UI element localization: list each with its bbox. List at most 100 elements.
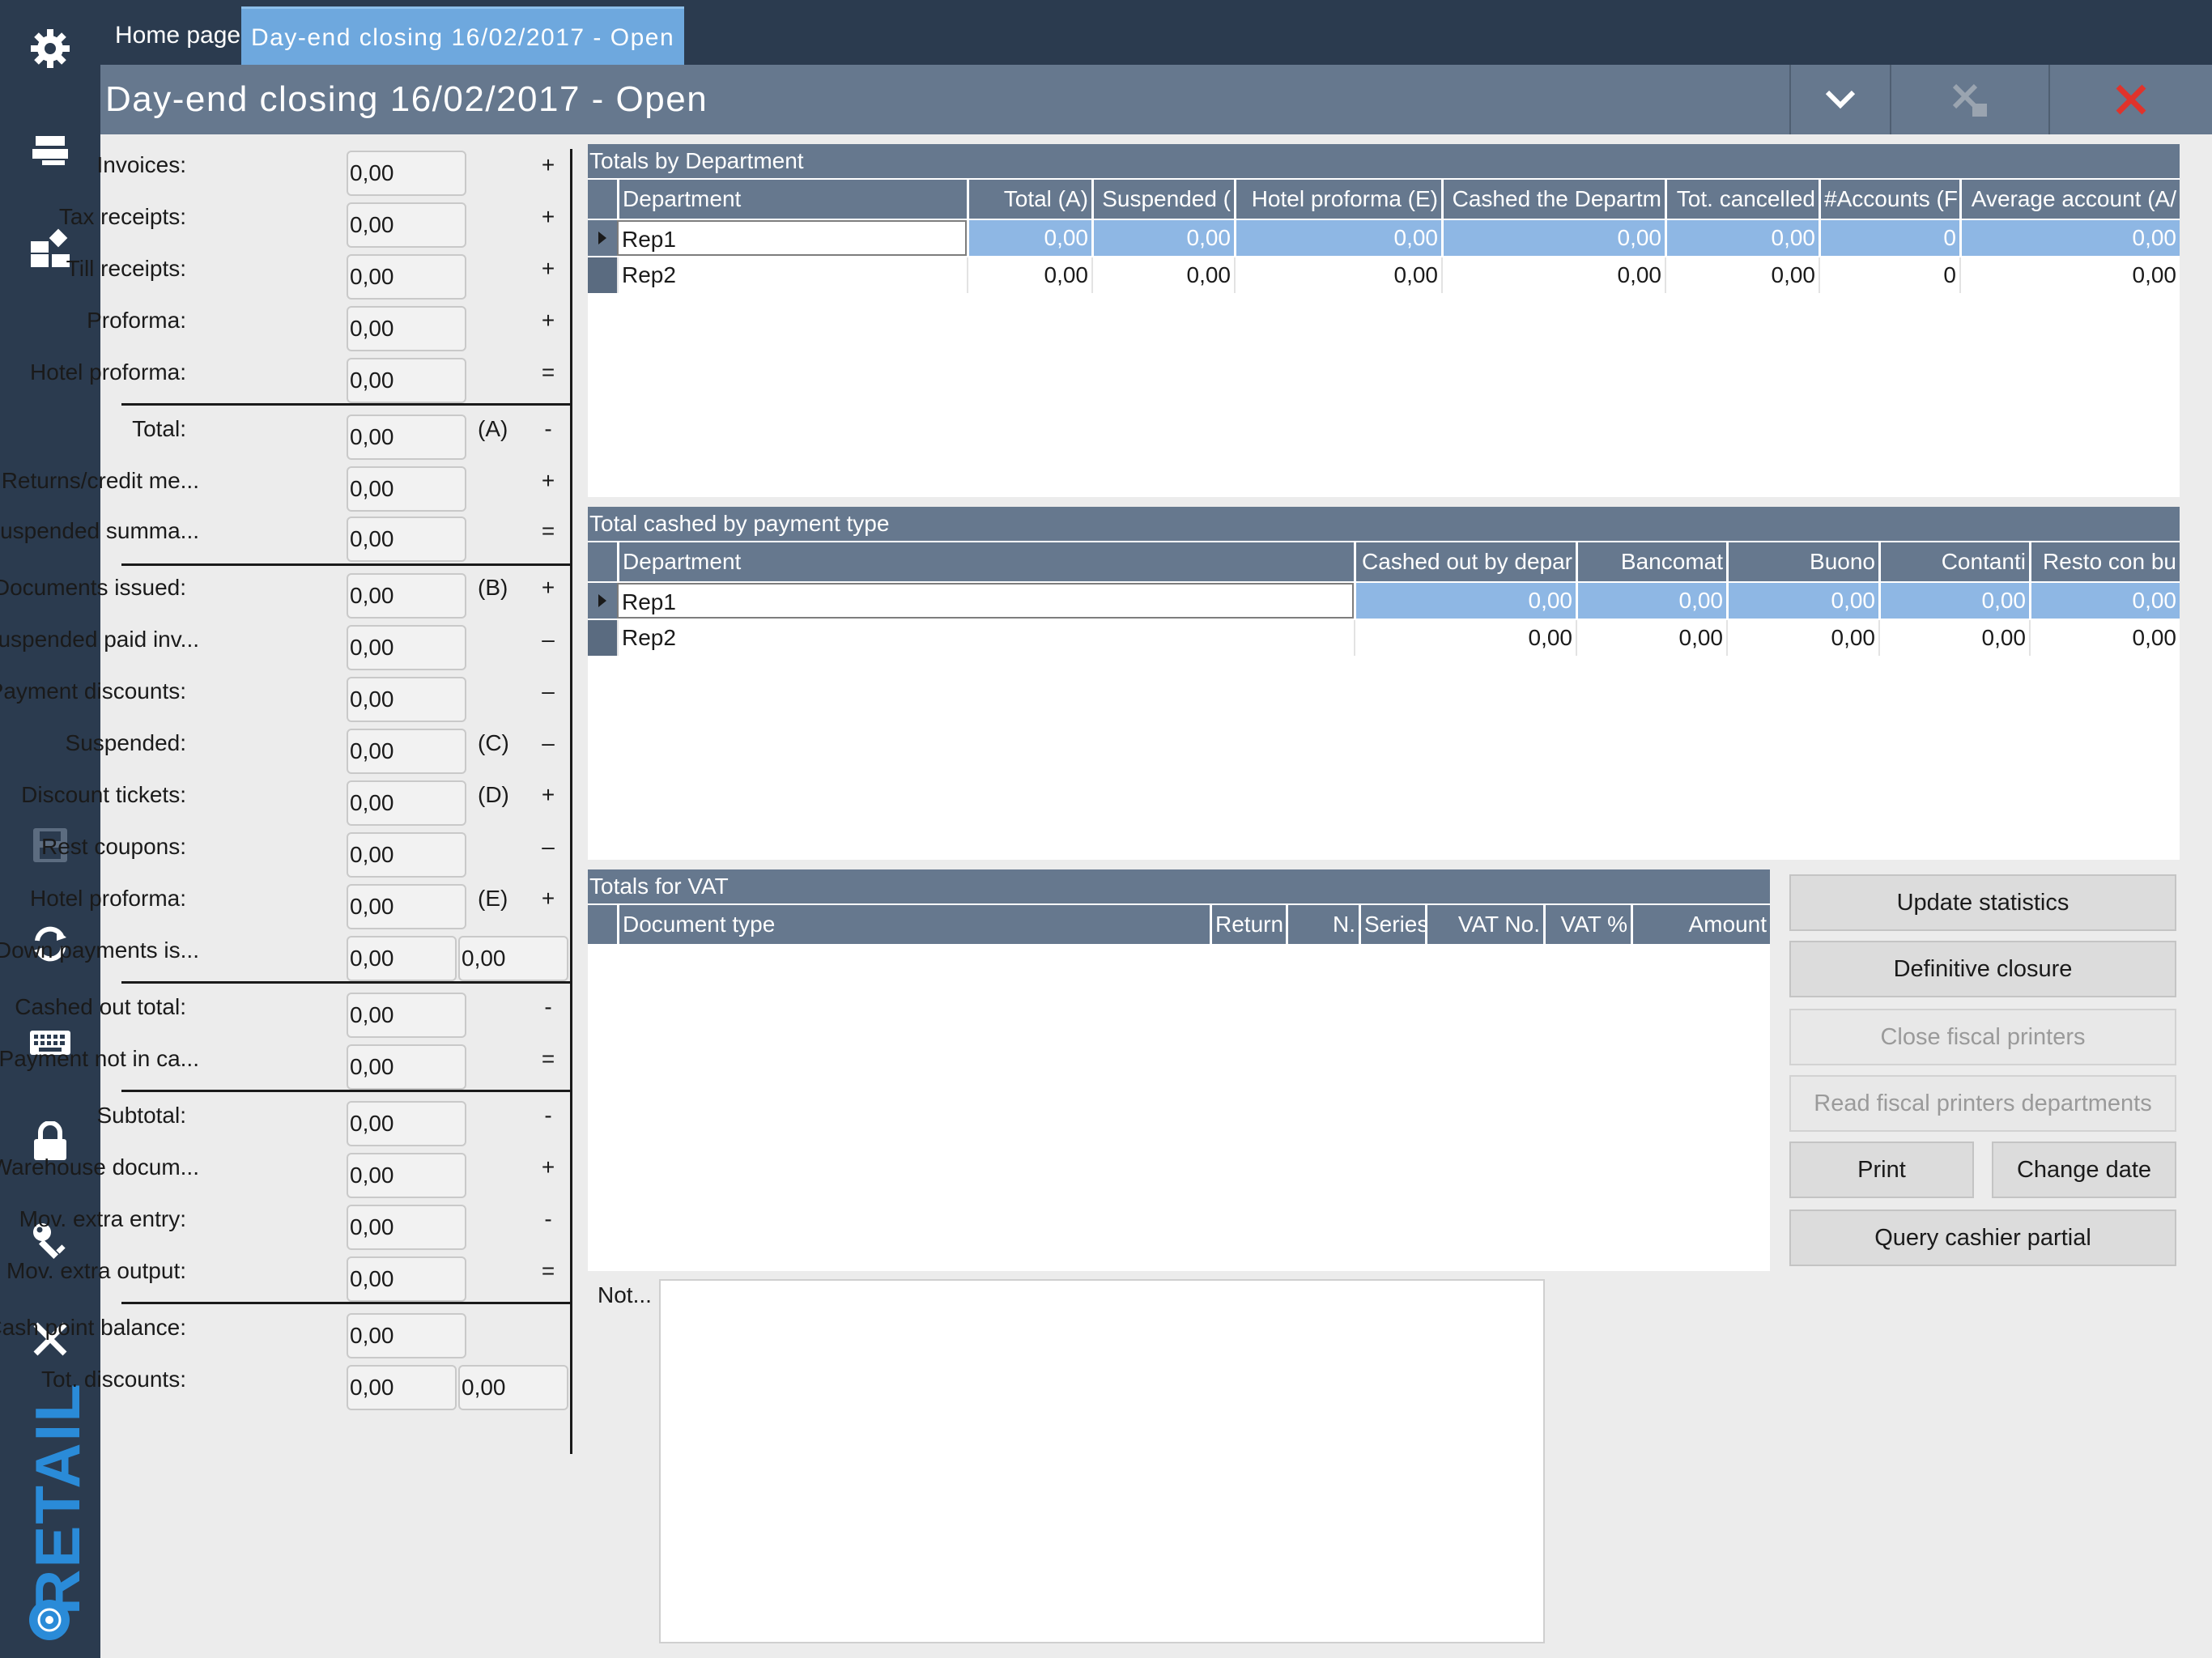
form-value-field[interactable]: 0,00 xyxy=(347,832,466,878)
form-value-field[interactable]: 0,00 xyxy=(347,729,466,774)
form-value-field[interactable]: 0,00 xyxy=(347,517,466,562)
form-value-field[interactable]: 0,00 xyxy=(347,573,466,619)
table-cell[interactable]: 0 xyxy=(1819,220,1959,256)
grid-column-header[interactable]: #Accounts (F xyxy=(1819,180,1959,219)
table-cell[interactable]: 0,00 xyxy=(2029,583,2180,619)
grid-column-header[interactable]: Department xyxy=(617,180,967,219)
form-value-field[interactable]: 0,00 xyxy=(347,936,457,981)
tab-day-end-closing[interactable]: Day-end closing 16/02/2017 - Open xyxy=(241,6,685,65)
tab-home-page[interactable]: Home page xyxy=(105,6,251,65)
row-selector[interactable] xyxy=(588,257,617,293)
grid-column-header[interactable]: Hotel proforma (E) xyxy=(1234,180,1441,219)
form-value-field[interactable]: 0,00 xyxy=(347,358,466,403)
form-value-field[interactable]: 0,00 xyxy=(347,466,466,512)
table-cell[interactable]: 0,00 xyxy=(1726,620,1878,656)
close-window-button[interactable] xyxy=(2048,65,2212,134)
form-tag: (D) xyxy=(478,782,509,807)
grid-column-header[interactable]: Department xyxy=(617,542,1354,581)
table-cell[interactable]: 0,00 xyxy=(967,220,1091,256)
form-value-field-2[interactable]: 0,00 xyxy=(458,936,568,981)
table-cell[interactable]: 0,00 xyxy=(1726,583,1878,619)
grid-column-header[interactable]: Cashed the Departm xyxy=(1441,180,1665,219)
grid-column-header[interactable]: Document type xyxy=(617,905,1210,944)
table-cell[interactable]: 0,00 xyxy=(1576,583,1726,619)
grid-column-header[interactable]: VAT No. xyxy=(1425,905,1543,944)
table-cell[interactable]: Rep1 xyxy=(617,220,967,256)
table-cell[interactable]: 0,00 xyxy=(2029,620,2180,656)
form-value-field[interactable]: 0,00 xyxy=(347,1256,466,1302)
form-value-field[interactable]: 0,00 xyxy=(347,202,466,248)
grid-column-header[interactable]: Average account (A/ xyxy=(1959,180,2180,219)
form-value-field[interactable]: 0,00 xyxy=(347,1101,466,1146)
form-value-field[interactable]: 0,00 xyxy=(347,414,466,460)
row-selector[interactable] xyxy=(588,583,617,619)
table-cell[interactable]: Rep2 xyxy=(617,620,1354,656)
form-value-field[interactable]: 0,00 xyxy=(347,1153,466,1198)
table-cell[interactable]: 0,00 xyxy=(1878,583,2029,619)
form-value-field[interactable]: 0,00 xyxy=(347,1313,466,1358)
row-selector[interactable] xyxy=(588,220,617,256)
table-row[interactable]: Rep1 0,00 0,00 0,00 0,00 0,00 0 0,00 xyxy=(588,220,2180,257)
table-cell[interactable]: 0,00 xyxy=(1234,220,1441,256)
collapse-button[interactable] xyxy=(1789,65,1890,134)
row-selector[interactable] xyxy=(588,620,617,656)
table-cell[interactable]: 0,00 xyxy=(1091,220,1234,256)
form-value-field[interactable]: 0,00 xyxy=(347,625,466,670)
read-fiscal-printers-departments-button[interactable]: Read fiscal printers departments xyxy=(1789,1075,2176,1132)
form-value-field[interactable]: 0,00 xyxy=(347,884,466,929)
table-cell[interactable]: Rep1 xyxy=(617,583,1354,619)
form-value-field-2[interactable]: 0,00 xyxy=(458,1365,568,1410)
table-row[interactable]: Rep1 0,00 0,00 0,00 0,00 0,00 xyxy=(588,583,2180,620)
grid-column-header[interactable]: N. xyxy=(1286,905,1359,944)
form-label: Suspended: xyxy=(65,730,186,755)
form-value-field[interactable]: 0,00 xyxy=(347,306,466,351)
query-cashier-partial-button[interactable]: Query cashier partial xyxy=(1789,1209,2176,1266)
grid-column-header[interactable]: Tot. cancelled xyxy=(1665,180,1819,219)
grid-column-header[interactable]: Suspended ( xyxy=(1091,180,1234,219)
grid-column-header[interactable]: Buono xyxy=(1726,542,1878,581)
change-date-button[interactable]: Change date xyxy=(1992,1141,2176,1198)
grid-column-header[interactable]: Total (A) xyxy=(967,180,1091,219)
table-cell[interactable]: 0,00 xyxy=(1441,257,1665,293)
print-button[interactable]: Print xyxy=(1789,1141,1974,1198)
grid-column-header[interactable]: Series xyxy=(1359,905,1425,944)
table-row[interactable]: Rep2 0,00 0,00 0,00 0,00 0,00 0 0,00 xyxy=(588,257,2180,295)
register-icon[interactable] xyxy=(0,118,100,183)
form-value-field[interactable]: 0,00 xyxy=(347,677,466,722)
form-value-field[interactable]: 0,00 xyxy=(347,151,466,196)
table-cell[interactable]: 0,00 xyxy=(1354,620,1576,656)
table-cell[interactable]: 0,00 xyxy=(1665,257,1819,293)
table-cell[interactable]: 0,00 xyxy=(1576,620,1726,656)
table-cell[interactable]: 0,00 xyxy=(1354,583,1576,619)
grid-column-header[interactable]: Cashed out by depar xyxy=(1354,542,1576,581)
table-cell[interactable]: 0,00 xyxy=(1665,220,1819,256)
update-statistics-button[interactable]: Update statistics xyxy=(1789,874,2176,931)
form-value-field[interactable]: 0,00 xyxy=(347,1044,466,1090)
table-cell[interactable]: Rep2 xyxy=(617,257,967,293)
table-cell[interactable]: 0,00 xyxy=(1959,220,2180,256)
form-value-field[interactable]: 0,00 xyxy=(347,1365,457,1410)
table-cell[interactable]: 0,00 xyxy=(1091,257,1234,293)
table-cell[interactable]: 0,00 xyxy=(1441,220,1665,256)
table-cell[interactable]: 0,00 xyxy=(1234,257,1441,293)
table-cell[interactable]: 0 xyxy=(1819,257,1959,293)
table-cell[interactable]: 0,00 xyxy=(1878,620,2029,656)
close-fiscal-printers-button[interactable]: Close fiscal printers xyxy=(1789,1009,2176,1065)
grid-column-header[interactable]: Resto con bu xyxy=(2029,542,2180,581)
form-value-field[interactable]: 0,00 xyxy=(347,780,466,826)
form-value-field[interactable]: 0,00 xyxy=(347,1205,466,1250)
table-row[interactable]: Rep2 0,00 0,00 0,00 0,00 0,00 xyxy=(588,620,2180,657)
grid-column-header[interactable]: Contanti xyxy=(1878,542,2029,581)
gear-icon[interactable] xyxy=(0,16,100,81)
table-cell[interactable]: 0,00 xyxy=(1959,257,2180,293)
definitive-closure-button[interactable]: Definitive closure xyxy=(1789,941,2176,997)
form-value-field[interactable]: 0,00 xyxy=(347,993,466,1038)
grid-column-header[interactable]: Return xyxy=(1210,905,1286,944)
form-value-field[interactable]: 0,00 xyxy=(347,254,466,300)
table-cell[interactable]: 0,00 xyxy=(967,257,1091,293)
grid-column-header[interactable]: Amount xyxy=(1631,905,1770,944)
discard-button[interactable] xyxy=(1890,65,2048,134)
grid-column-header[interactable]: Bancomat xyxy=(1576,542,1726,581)
grid-column-header[interactable]: VAT % xyxy=(1543,905,1631,944)
notes-textarea[interactable] xyxy=(659,1279,1545,1643)
